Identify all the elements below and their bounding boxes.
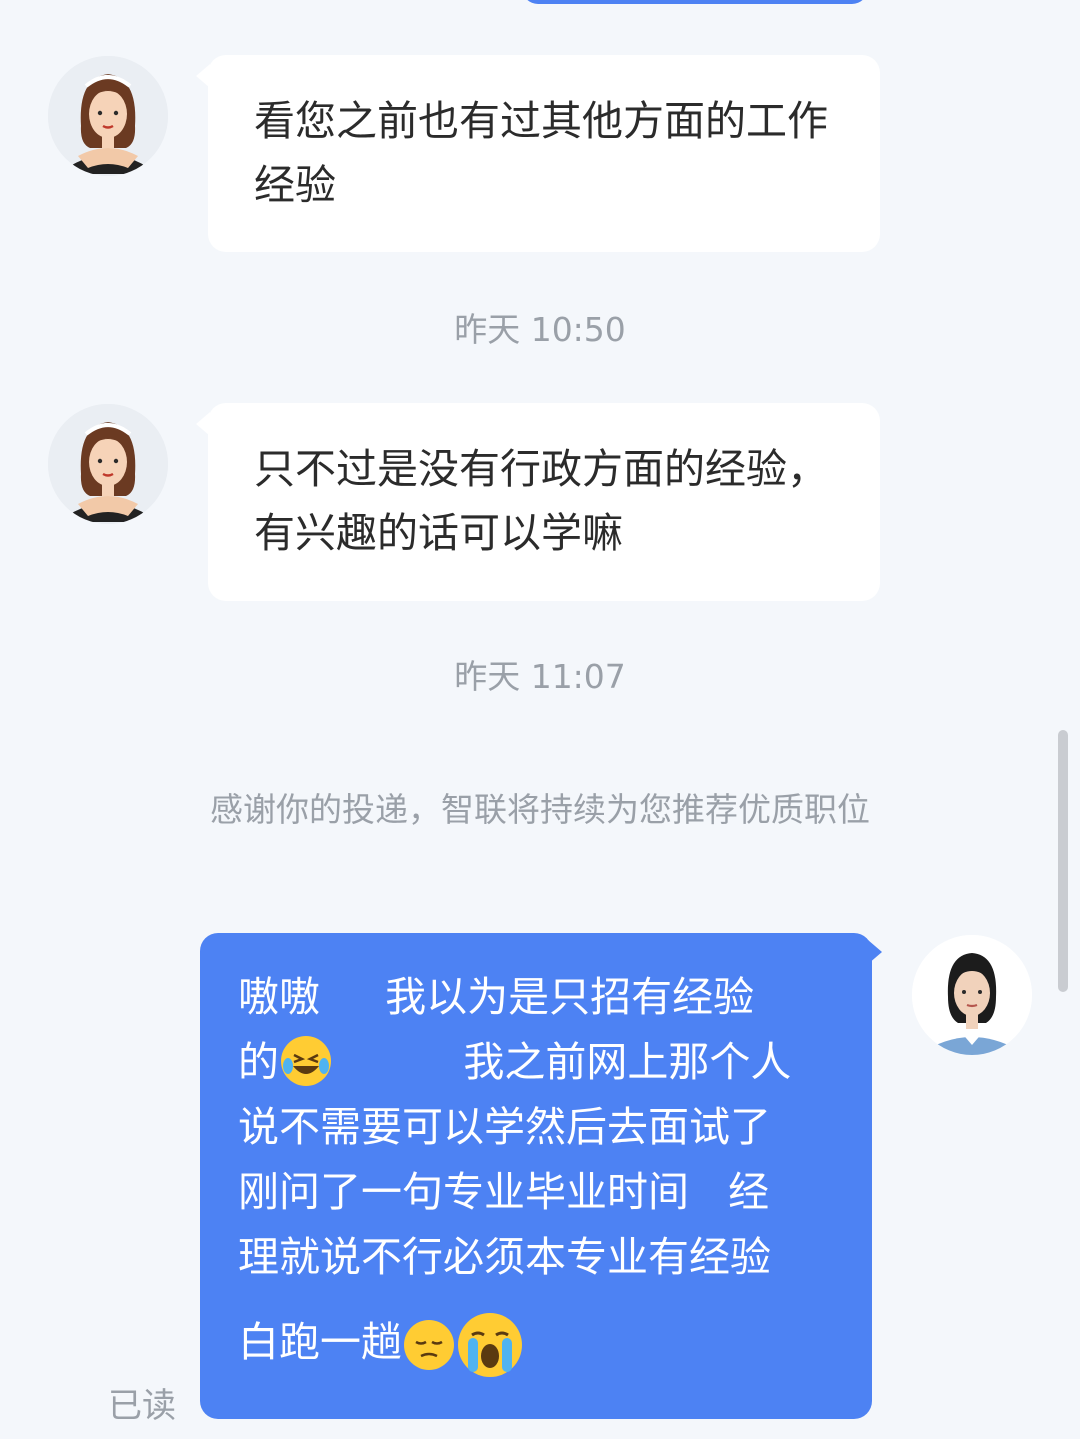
scrollbar[interactable] [1058,730,1068,992]
crying-emoji [458,1313,522,1377]
laughing-tears-emoji [281,1036,331,1086]
pensive-emoji [404,1320,454,1370]
message-line: 说不需要可以学然后去面试了 [238,1103,771,1151]
message-timestamp: 昨天 10:50 [454,310,626,349]
message-line: 理就说不行必须本专业有经验 [238,1233,771,1281]
system-notice: 感谢你的投递，智联将持续为您推荐优质职位 [210,790,870,829]
message-line: 嗷嗷 我以为是只招有经验 [238,973,755,1021]
message-text: 看您之前也有过其他方面的工作经验 [254,97,828,209]
message-line: 白跑一趟 [238,1304,836,1380]
recruiter-avatar-icon[interactable] [48,404,168,524]
incoming-message-bubble[interactable]: 只不过是没有行政方面的经验，有兴趣的话可以学嘛 [208,403,880,601]
read-status: 已读 [108,1386,176,1426]
outgoing-message-bubble[interactable]: 嗷嗷 我以为是只招有经验 的 我之前网上那个人 说不需要可以学然后去面试了 刚问… [200,933,872,1419]
message-line: 刚问了一句专业毕业时间 经 [238,1168,770,1216]
incoming-message-bubble[interactable]: 看您之前也有过其他方面的工作经验 [208,55,880,252]
message-text: 只不过是没有行政方面的经验，有兴趣的话可以学嘛 [254,445,828,557]
message-line: 的 我之前网上那个人 [238,1036,792,1086]
message-timestamp: 昨天 11:07 [454,657,626,696]
user-avatar-icon[interactable] [912,935,1032,1055]
recruiter-avatar-icon[interactable] [48,56,168,176]
previous-message-bubble-edge [522,0,868,4]
